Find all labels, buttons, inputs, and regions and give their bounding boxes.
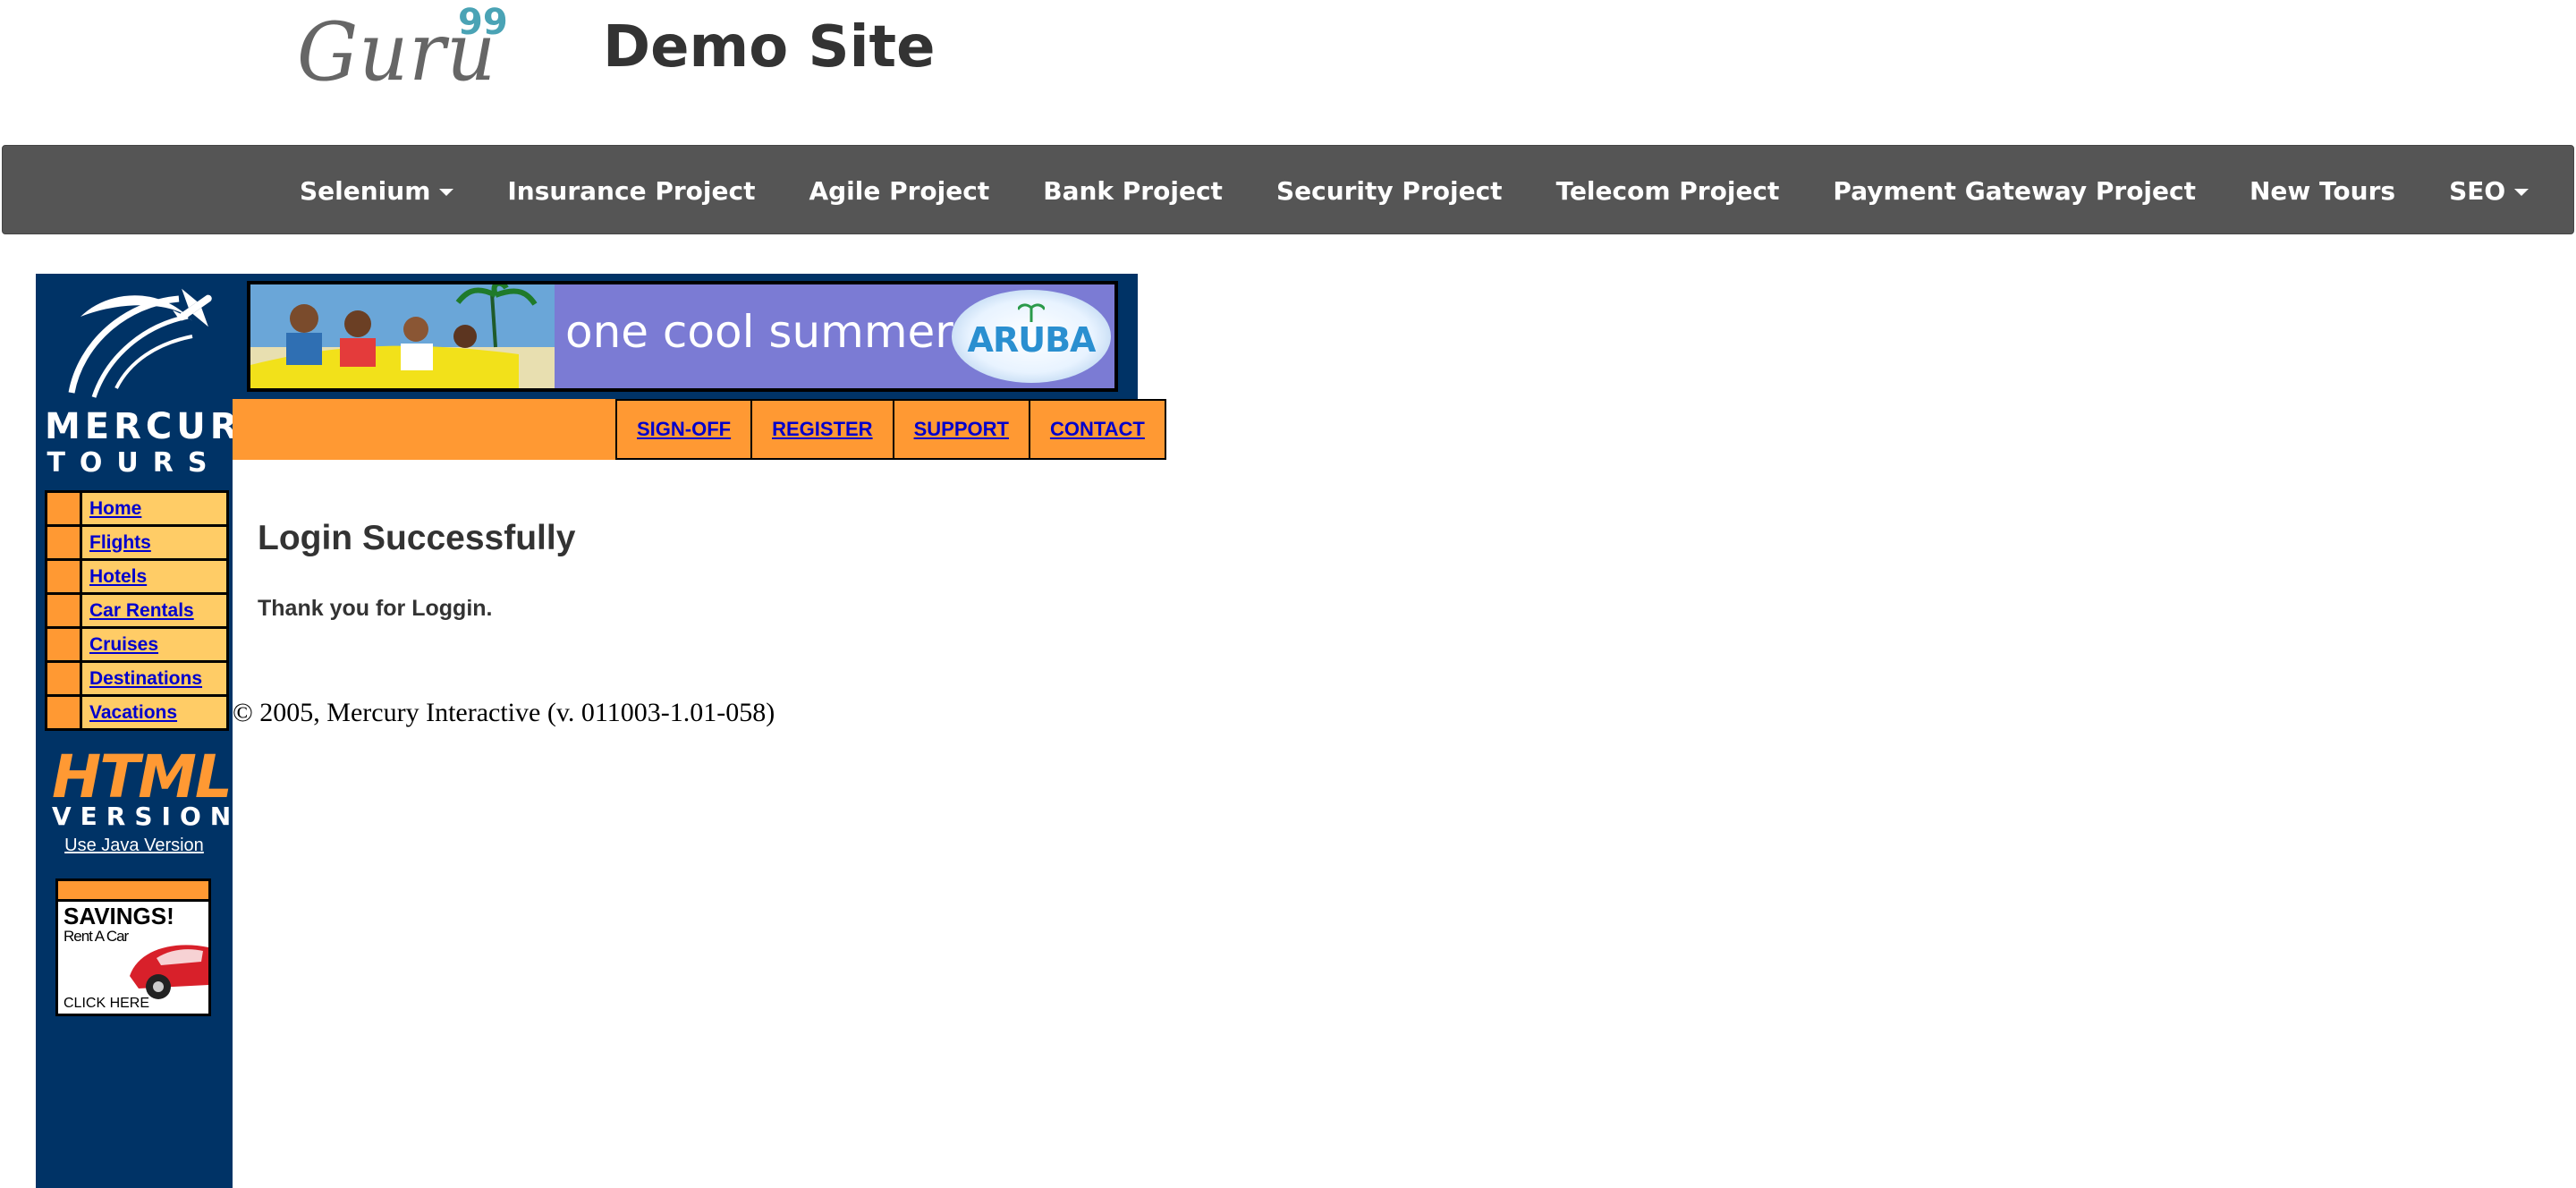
- menu-bullet: [47, 697, 82, 728]
- menu-bullet: [47, 629, 82, 660]
- nav-item-bank-project[interactable]: Bank Project: [1016, 176, 1250, 206]
- nav-item-telecom-project[interactable]: Telecom Project: [1530, 176, 1807, 206]
- nav-label: Insurance Project: [507, 175, 756, 206]
- logo-superscript: 99: [458, 2, 508, 43]
- nav-label: Agile Project: [809, 175, 990, 206]
- ad-title: SAVINGS!: [64, 903, 174, 929]
- ad-top-bar: [58, 881, 208, 902]
- guru99-logo[interactable]: Guru 99: [297, 0, 512, 100]
- top-link-cell: CONTACT: [1030, 401, 1165, 458]
- nav-label: Payment Gateway Project: [1833, 175, 2196, 206]
- nav-label: Security Project: [1275, 175, 1503, 206]
- side-menu-row: Vacations: [47, 697, 226, 728]
- side-menu-row: Flights: [47, 527, 226, 561]
- mercury-tours-logo[interactable]: MERCURY TOURS: [45, 281, 271, 479]
- ad-subtitle: Rent A Car: [64, 928, 129, 945]
- banner-tagline: one cool summer: [565, 306, 953, 358]
- support-link[interactable]: SUPPORT: [914, 418, 1009, 441]
- aruba-wordmark: ARUBA: [967, 320, 1097, 360]
- nav-label: New Tours: [2250, 175, 2396, 206]
- site-header: Guru 99 Demo Site: [0, 0, 2576, 145]
- menu-bullet: [47, 527, 82, 558]
- top-links: SIGN-OFF REGISTER SUPPORT CONTACT: [615, 399, 1166, 460]
- top-link-cell: REGISTER: [752, 401, 894, 458]
- side-menu: Home Flights Hotels Car Rentals Cruises …: [45, 490, 229, 731]
- nav-item-new-tours[interactable]: New Tours: [2223, 176, 2422, 206]
- side-menu-row: Cruises: [47, 629, 226, 663]
- side-menu-row: Hotels: [47, 561, 226, 595]
- airplane-globe-icon: [68, 288, 212, 398]
- side-menu-row: Destinations: [47, 663, 226, 697]
- palm-tree-icon: [1018, 303, 1045, 322]
- nav-item-agile-project[interactable]: Agile Project: [782, 176, 1016, 206]
- login-success-heading: Login Successfully: [258, 519, 576, 557]
- aruba-banner[interactable]: one cool summer ARUBA: [247, 281, 1118, 392]
- side-menu-link-home[interactable]: Home: [89, 498, 141, 520]
- red-car-icon: [130, 945, 208, 999]
- beach-photo-icon: [250, 284, 555, 388]
- version-badge-text: VERSION: [52, 802, 241, 831]
- menu-bullet: [47, 663, 82, 694]
- nav-item-security-project[interactable]: Security Project: [1250, 176, 1530, 206]
- tours-wordmark: TOURS: [47, 447, 222, 479]
- caret-down-icon: [2514, 189, 2529, 196]
- savings-ad[interactable]: SAVINGS! Rent A Car CLICK HERE: [55, 878, 211, 1016]
- mercury-wordmark: MERCURY: [45, 406, 271, 447]
- menu-bullet: [47, 595, 82, 626]
- use-java-version-link[interactable]: Use Java Version: [36, 836, 233, 856]
- nav-list: Selenium Insurance Project Agile Project…: [273, 146, 2555, 235]
- menu-bullet: [47, 561, 82, 592]
- caret-down-icon: [439, 189, 454, 196]
- nav-item-selenium[interactable]: Selenium: [273, 176, 480, 206]
- menu-bullet: [47, 493, 82, 524]
- side-menu-row: Car Rentals: [47, 595, 226, 629]
- aruba-logo: ARUBA: [952, 290, 1111, 383]
- thank-you-message: Thank you for Loggin.: [258, 596, 493, 621]
- nav-item-seo[interactable]: SEO: [2422, 176, 2555, 206]
- nav-label: Selenium: [300, 175, 431, 206]
- nav-item-payment-gateway-project[interactable]: Payment Gateway Project: [1806, 176, 2223, 206]
- ad-cta: CLICK HERE: [64, 996, 150, 1011]
- side-menu-row: Home: [47, 493, 226, 527]
- nav-item-insurance-project[interactable]: Insurance Project: [480, 176, 782, 206]
- side-menu-link-hotels[interactable]: Hotels: [89, 566, 147, 588]
- nav-label: Telecom Project: [1555, 175, 1780, 206]
- html-version-badge: HTML VERSION: [52, 742, 241, 831]
- side-menu-link-vacations[interactable]: Vacations: [89, 702, 177, 724]
- contact-link[interactable]: CONTACT: [1050, 418, 1145, 441]
- side-menu-link-cruises[interactable]: Cruises: [89, 634, 158, 656]
- side-menu-link-car-rentals[interactable]: Car Rentals: [89, 600, 194, 622]
- nav-label: Bank Project: [1043, 175, 1223, 206]
- sign-off-link[interactable]: SIGN-OFF: [637, 418, 731, 441]
- nav-label: SEO: [2449, 175, 2506, 206]
- side-menu-link-flights[interactable]: Flights: [89, 532, 151, 554]
- copyright-text: © 2005, Mercury Interactive (v. 011003-1…: [233, 698, 775, 727]
- register-link[interactable]: REGISTER: [772, 418, 872, 441]
- top-link-cell: SIGN-OFF: [617, 401, 753, 458]
- site-title: Demo Site: [603, 14, 936, 81]
- mercury-sidebar: MERCURY TOURS: [36, 274, 271, 1188]
- top-link-cell: SUPPORT: [894, 401, 1030, 458]
- main-navbar: Selenium Insurance Project Agile Project…: [2, 145, 2574, 234]
- side-menu-link-destinations[interactable]: Destinations: [89, 668, 202, 690]
